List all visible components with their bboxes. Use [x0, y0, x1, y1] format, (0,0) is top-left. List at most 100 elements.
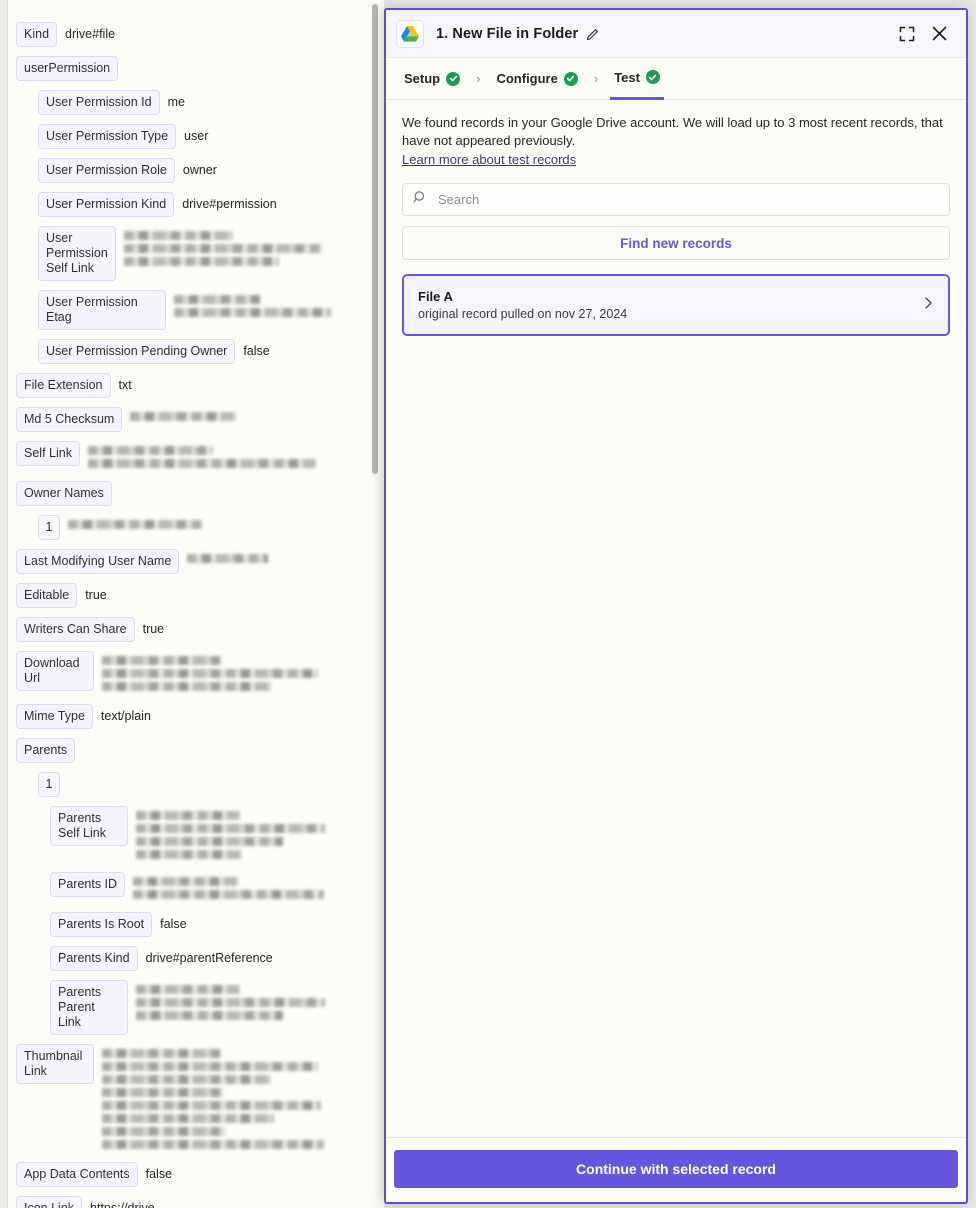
- learn-more-link[interactable]: Learn more about test records: [402, 152, 576, 167]
- field-label-chip: Icon Link: [16, 1196, 83, 1208]
- record-field-row: File Extension txt: [16, 373, 366, 398]
- redacted-line: [124, 257, 279, 266]
- redacted-line: [102, 656, 221, 665]
- step-label: Configure: [496, 71, 558, 86]
- record-field-row: User Permission Role owner: [16, 158, 366, 183]
- search-icon: [413, 190, 427, 209]
- record-field-row: Thumbnail Link: [16, 1044, 366, 1153]
- panel-edge-strip: [0, 0, 8, 1208]
- field-value: drive#permission: [182, 197, 277, 211]
- record-list-item[interactable]: File A original record pulled on nov 27,…: [402, 274, 950, 336]
- field-label-chip: App Data Contents: [16, 1162, 138, 1187]
- redacted-line: [87, 459, 316, 468]
- step-test[interactable]: Test: [610, 58, 664, 100]
- check-icon: [645, 70, 660, 84]
- field-label-chip: Md 5 Checksum: [16, 407, 123, 432]
- left-scrollbar[interactable]: [370, 0, 382, 1208]
- redacted-line: [68, 520, 203, 529]
- search-field[interactable]: [402, 183, 950, 216]
- record-field-row: User Permission Id me: [16, 90, 366, 115]
- redacted-value: [122, 407, 366, 425]
- screen-root: Kind drive#file userPermission User Permiss…: [0, 0, 976, 1208]
- field-label-chip: Thumbnail Link: [16, 1044, 94, 1084]
- record-field-row: Mime Type text/plain: [16, 704, 366, 729]
- redacted-value: [116, 226, 366, 270]
- record-detail-panel: Kind drive#file userPermission User Permiss…: [0, 0, 384, 1208]
- intro-text: We found records in your Google Drive ac…: [402, 115, 943, 148]
- record-field-row: Writers Can Share true: [16, 617, 366, 642]
- record-field-row: Parents: [16, 738, 366, 763]
- field-label-chip: User Permission Etag: [38, 290, 166, 330]
- redacted-line: [102, 1088, 224, 1097]
- record-field-row: 1: [16, 772, 366, 797]
- redacted-line: [102, 1101, 322, 1110]
- record-field-row: Kind drive#file: [16, 22, 366, 47]
- record-field-row: User Permission Type user: [16, 124, 366, 149]
- redacted-value: [60, 515, 366, 533]
- redacted-line: [136, 1011, 284, 1020]
- field-value: me: [167, 95, 185, 109]
- field-label-chip: Parents ID: [50, 872, 126, 897]
- field-label-chip: Parents Kind: [50, 946, 138, 971]
- check-icon: [446, 71, 461, 86]
- search-input[interactable]: [436, 191, 939, 208]
- field-value: drive#parentReference: [145, 951, 273, 965]
- field-label-chip: User Permission Type: [38, 124, 177, 149]
- field-index-chip: 1: [38, 772, 60, 797]
- redacted-line: [136, 837, 284, 846]
- field-label-chip: Parents: [16, 738, 76, 763]
- redacted-line: [102, 682, 271, 691]
- redacted-value: [94, 1044, 366, 1153]
- record-field-row: Parents Kind drive#parentReference: [16, 946, 366, 971]
- redacted-value: [128, 806, 366, 863]
- pencil-icon[interactable]: [586, 27, 600, 41]
- redacted-line: [102, 1127, 227, 1136]
- redacted-line: [124, 231, 233, 240]
- field-label-chip: Editable: [16, 583, 78, 608]
- redacted-line: [136, 850, 242, 859]
- step-configure[interactable]: Configure: [492, 58, 581, 100]
- close-icon[interactable]: [926, 21, 952, 47]
- redacted-value: [128, 980, 366, 1024]
- redacted-line: [130, 412, 237, 421]
- redacted-line: [87, 446, 214, 455]
- record-field-row: userPermission: [16, 56, 366, 81]
- field-value: true: [85, 588, 107, 602]
- redacted-line: [102, 1049, 221, 1058]
- record-field-row: App Data Contents false: [16, 1162, 366, 1187]
- step-setup[interactable]: Setup: [400, 58, 464, 100]
- record-field-row: Parents Self Link: [16, 806, 366, 863]
- continue-with-selected-record-button[interactable]: Continue with selected record: [394, 1150, 958, 1188]
- redacted-line: [102, 1075, 271, 1084]
- record-field-row: Parents ID: [16, 872, 366, 903]
- find-new-records-button[interactable]: Find new records: [402, 226, 950, 260]
- record-field-row: Owner Names: [16, 481, 366, 506]
- left-scrollbar-thumb[interactable]: [372, 4, 378, 474]
- check-icon: [563, 71, 578, 86]
- field-label-chip: Parents Self Link: [50, 806, 128, 846]
- field-label-chip: User Permission Pending Owner: [38, 339, 236, 364]
- redacted-line: [187, 554, 268, 563]
- step-separator: ›: [593, 71, 599, 86]
- record-field-row: Download Url: [16, 651, 366, 695]
- record-field-row: User Permission Pending Owner false: [16, 339, 366, 364]
- redacted-line: [102, 1140, 324, 1149]
- expand-icon[interactable]: [894, 21, 920, 47]
- redacted-value: [125, 872, 366, 903]
- redacted-line: [102, 1062, 319, 1071]
- field-label-chip: Owner Names: [16, 481, 112, 506]
- redacted-line: [136, 985, 240, 994]
- field-value: user: [184, 129, 209, 143]
- redacted-line: [136, 998, 325, 1007]
- field-value: true: [142, 622, 165, 636]
- field-label-chip: User Permission Id: [38, 90, 160, 115]
- modal-title: 1. New File in Folder: [436, 25, 579, 42]
- redacted-line: [133, 890, 325, 899]
- record-field-row: Parents Is Root false: [16, 912, 366, 937]
- field-label-chip: Writers Can Share: [16, 617, 135, 642]
- record-field-row: Editable true: [16, 583, 366, 608]
- record-subtitle: original record pulled on nov 27, 2024: [418, 307, 628, 321]
- record-title: File A: [418, 289, 453, 304]
- record-field-row: Md 5 Checksum: [16, 407, 366, 432]
- field-value: false: [145, 1167, 173, 1181]
